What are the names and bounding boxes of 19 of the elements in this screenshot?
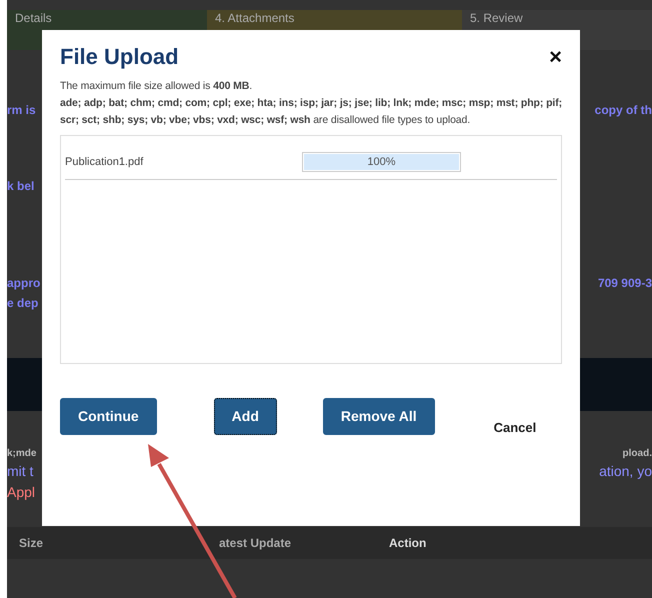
page-text: k;mde [7, 447, 36, 461]
disallowed-types-text: ade; adp; bat; chm; cmd; com; cpl; exe; hta; ins; isp; jar; js; jse; lib; lnk; mde; msc; msp; mst; php; pif; scr; sct; shb; sys; vb; vbe; vbs; vxd; wsc; wsf; wsh are disallowed file types to upload. [60, 96, 562, 128]
column-header: atest Update [219, 535, 292, 552]
column-header: Action [389, 535, 428, 552]
page-text: k bel [7, 178, 34, 195]
size-limit-text: The maximum file size allowed is 400 MB. [60, 79, 254, 94]
page-text: pload. [622, 447, 652, 461]
progress-fill: 100% [304, 154, 459, 170]
page-text: mit t [7, 462, 34, 481]
dialog-title: File Upload [60, 44, 179, 70]
page-text: Appl [7, 483, 36, 502]
page-text: appro [7, 275, 40, 292]
page-text: ation, yo [599, 462, 652, 481]
column-header: Size [19, 535, 44, 552]
page-text: copy of th [594, 102, 652, 119]
page-text: e dep [7, 295, 38, 312]
page-text: rm is [7, 102, 36, 119]
file-name: Publication1.pdf [65, 154, 144, 170]
page-text: 709 909-3 [598, 275, 652, 292]
